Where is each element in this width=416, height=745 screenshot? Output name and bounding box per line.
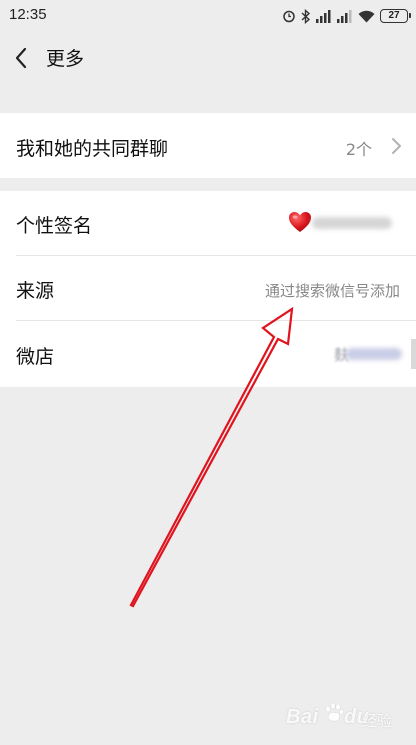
status-bar: 12:35 27	[0, 0, 416, 32]
heart-icon	[289, 212, 311, 232]
signal-icon	[316, 9, 331, 23]
source-value: 通过搜索微信号添加	[264, 282, 400, 300]
wechat-shop-cell[interactable]: 微店 麸	[0, 321, 416, 387]
chevron-left-icon	[15, 47, 27, 69]
alarm-icon	[283, 10, 295, 23]
signal-icon	[337, 9, 352, 23]
wifi-icon	[358, 10, 375, 22]
common-group-chats-label: 我和她的共同群聊	[16, 138, 169, 160]
status-icons: 27	[282, 7, 411, 25]
status-time: 12:35	[9, 6, 47, 23]
signature-cell: 个性签名	[0, 191, 416, 256]
back-button[interactable]	[10, 44, 34, 72]
chevron-right-icon	[392, 138, 401, 154]
paw-icon	[325, 702, 344, 722]
shop-thumbnail-edge	[411, 339, 416, 369]
page-title: 更多	[46, 48, 85, 70]
source-label: 来源	[16, 280, 55, 302]
baidu-watermark: Bai du 经验	[286, 698, 402, 738]
source-cell: 来源 通过搜索微信号添加	[0, 256, 416, 321]
watermark-sub: 经验	[362, 712, 393, 730]
common-group-chats-count: 2个	[345, 140, 372, 159]
wechat-shop-label: 微店	[16, 346, 55, 368]
shop-name-blurred: 麸	[334, 344, 410, 364]
common-group-chats-cell[interactable]: 我和她的共同群聊 2个	[0, 113, 416, 178]
signature-label: 个性签名	[16, 215, 93, 237]
signature-text-blurred	[312, 217, 392, 229]
nav-header: 更多	[0, 32, 416, 84]
battery-icon: 27	[380, 9, 411, 23]
watermark-brand: Bai	[286, 706, 319, 728]
bluetooth-icon	[301, 8, 311, 24]
shop-name-smudge	[346, 348, 402, 360]
